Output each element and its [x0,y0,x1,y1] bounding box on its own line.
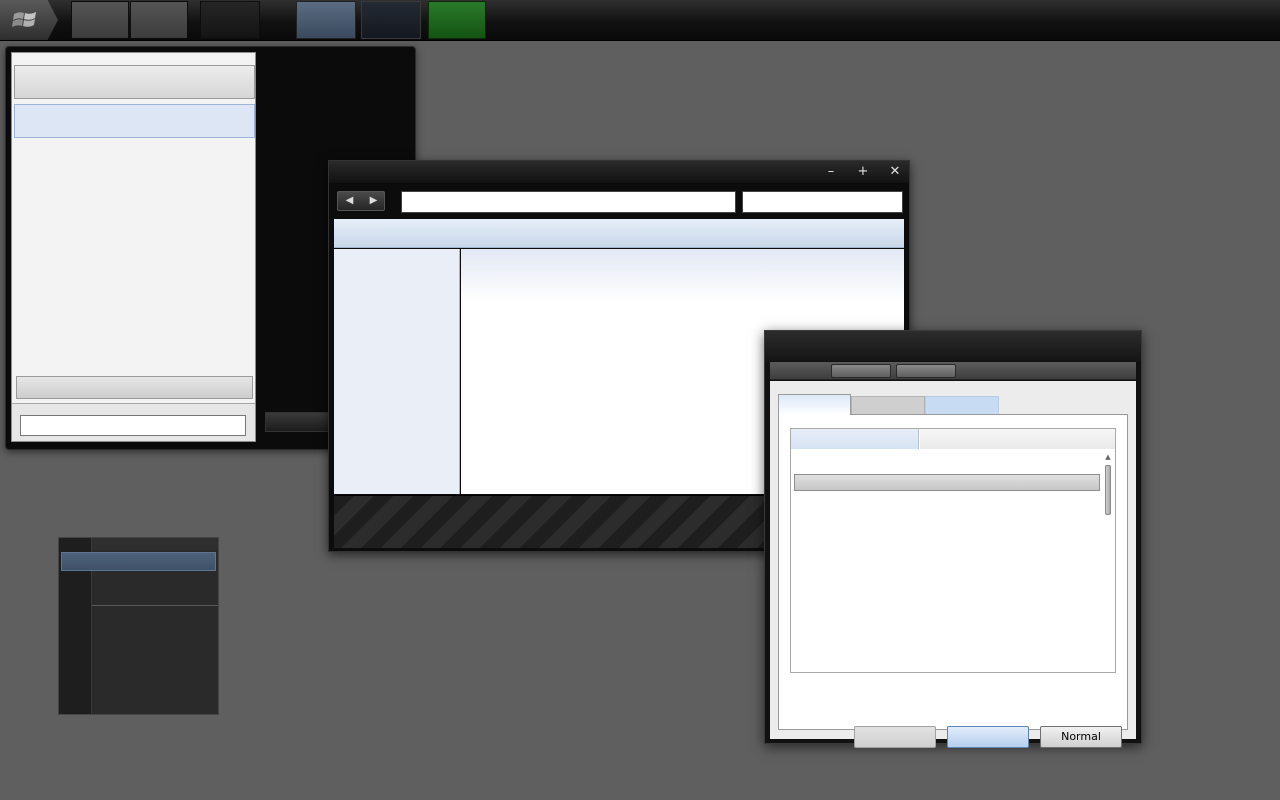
explorer-search-input[interactable] [742,191,903,213]
column-header-selected[interactable] [791,429,919,449]
taskbar-button-5[interactable] [361,1,421,39]
disabled-button [854,726,936,748]
start-menu-item[interactable] [14,65,255,99]
start-button[interactable] [0,0,58,40]
windows-flag-icon [12,12,36,27]
menu-top-strip [92,538,218,550]
back-arrow-icon[interactable]: ◀ [338,192,361,210]
close-button[interactable]: ✕ [881,163,909,181]
dialog-titlebar[interactable] [765,331,1141,361]
forward-arrow-icon[interactable]: ▶ [362,192,385,210]
shutdown-button[interactable] [265,412,335,432]
dialog-menubar [770,362,1136,380]
start-menu-item-selected[interactable] [14,104,255,138]
address-bar[interactable] [401,191,736,213]
navigation-buttons: ◀ ▶ [337,191,385,211]
tab-2[interactable] [851,396,925,415]
taskbar-button-2[interactable] [130,1,188,39]
tab-active[interactable] [778,394,851,415]
column-header[interactable] [920,429,1115,449]
minimize-button[interactable]: – [817,163,845,181]
menubar-button-2[interactable] [896,364,956,378]
navigation-pane[interactable] [334,249,460,494]
menu-separator [92,605,218,606]
taskbar-button-progress[interactable] [428,1,486,39]
tab-panel: ▲ Normal [778,414,1128,748]
scroll-up-arrow-icon[interactable]: ▲ [1103,452,1113,462]
list-item[interactable] [794,474,1100,491]
all-programs-button[interactable] [16,376,253,399]
context-menu [58,537,219,715]
explorer-titlebar[interactable]: – + ✕ [329,161,909,183]
taskbar-button-1[interactable] [71,1,129,39]
list-view[interactable]: ▲ [790,428,1116,673]
dialog-window: ▲ Normal [764,330,1142,748]
maximize-button[interactable]: + [849,163,877,181]
scrollbar-thumb[interactable] [1105,465,1111,515]
start-search-input[interactable] [20,415,246,436]
taskbar-button-3[interactable] [200,1,260,39]
menu-item-highlighted[interactable] [61,552,216,571]
normal-button[interactable]: Normal [1040,726,1122,748]
start-menu-programs-pane [11,52,256,442]
tab-hover[interactable] [925,396,999,415]
start-search-area [12,403,255,441]
taskbar [0,0,1280,41]
taskbar-button-active[interactable] [296,1,356,39]
dialog-body: ▲ Normal [770,381,1136,748]
command-bar [334,219,904,248]
hover-button[interactable] [947,726,1029,748]
menubar-button-1[interactable] [831,364,891,378]
